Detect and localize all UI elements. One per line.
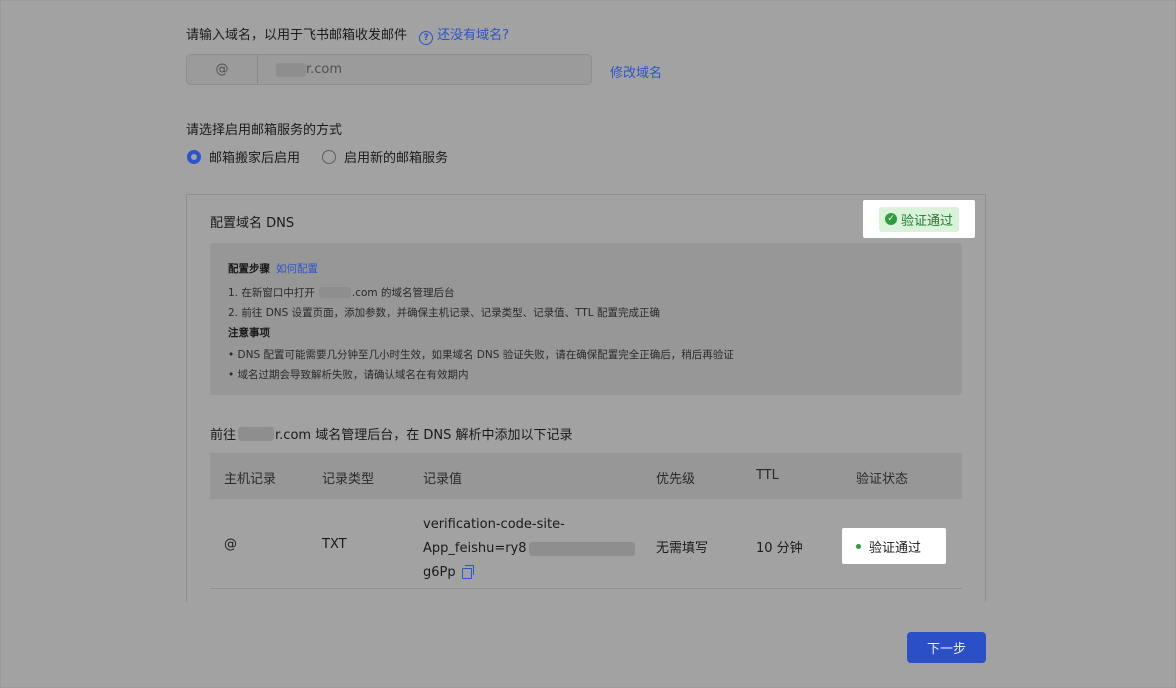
header-priority: 优先级 xyxy=(656,472,696,487)
record-value-line-2: App_feishu=ry8 xyxy=(423,537,635,561)
record-value-line-3-text: g6Pp xyxy=(423,565,456,580)
cell-record-value: verification-code-site- App_feishu=ry8 g… xyxy=(423,513,635,585)
record-value-line-2-text: App_feishu=ry8 xyxy=(423,541,527,556)
redacted-domain-blur xyxy=(318,287,351,298)
step-1-suffix: .com 的域名管理后台 xyxy=(351,287,455,299)
step-1-prefix: 1. 在新窗口中打开 xyxy=(228,287,315,299)
redacted-value-blur xyxy=(528,542,635,556)
notes-heading: 注意事项 xyxy=(228,327,270,339)
domain-suffix: r.com xyxy=(306,62,343,77)
modify-domain-link[interactable]: 修改域名 xyxy=(610,62,662,81)
at-prefix: @ xyxy=(187,55,258,84)
check-circle-icon: ✓ xyxy=(884,213,897,225)
record-value-line-3: g6Pp xyxy=(423,561,635,585)
status-label: 验证通过 xyxy=(869,540,922,556)
status-badge-label: 验证通过 xyxy=(900,213,953,229)
cell-type: TXT xyxy=(322,537,347,552)
no-domain-help-link[interactable]: ? 还没有域名? xyxy=(419,28,510,45)
dns-card-title: 配置域名 DNS xyxy=(210,216,295,231)
header-value: 记录值 xyxy=(423,472,463,487)
dns-table-header: 主机记录 记录类型 记录值 优先级 TTL 验证状态 xyxy=(210,453,962,499)
copy-icon[interactable] xyxy=(461,564,474,579)
note-2: • 域名过期会导致解析失败，请确认域名在有效期内 xyxy=(228,369,469,381)
no-domain-help-label: 还没有域名? xyxy=(437,28,510,43)
mode-section-title: 请选择启用邮箱服务的方式 xyxy=(186,123,343,138)
header-status: 验证状态 xyxy=(856,472,909,487)
record-value-line-1: verification-code-site- xyxy=(423,517,565,532)
domain-input[interactable]: @ r.com xyxy=(186,54,592,85)
step-1: 1. 在新窗口中打开 .com 的域名管理后台 xyxy=(228,285,454,300)
cell-host: @ xyxy=(224,537,237,552)
how-to-configure-link[interactable]: 如何配置 xyxy=(276,263,318,275)
radio-option-migrate-label: 邮箱搬家后启用 xyxy=(209,151,301,166)
config-steps-panel: 配置步骤 如何配置 1. 在新窗口中打开 .com 的域名管理后台 2. 前往 D… xyxy=(210,243,962,395)
radio-unselected-icon xyxy=(322,149,337,164)
redacted-domain-blur xyxy=(276,62,306,77)
goto-prefix: 前往 xyxy=(210,428,237,443)
step-2: 2. 前往 DNS 设置页面，添加参数，并确保主机记录、记录类型、记录值、TTL… xyxy=(228,307,660,319)
success-dot-icon xyxy=(856,543,861,549)
table-row-divider xyxy=(210,588,962,589)
goto-suffix: r.com 域名管理后台，在 DNS 解析中添加以下记录 xyxy=(275,428,573,443)
domain-prompt-text: 请输入域名，以用于飞书邮箱收发邮件 xyxy=(186,28,408,43)
redacted-domain-blur xyxy=(238,426,275,441)
steps-heading: 配置步骤 xyxy=(228,263,270,275)
radio-option-migrate[interactable]: 邮箱搬家后启用 xyxy=(187,147,300,166)
note-1: • DNS 配置可能需要几分钟至几小时生效，如果域名 DNS 验证失败，请在确保… xyxy=(228,349,734,361)
domain-prompt: 请输入域名，以用于飞书邮箱收发邮件 ? 还没有域名? xyxy=(186,24,509,45)
header-ttl: TTL xyxy=(756,468,779,483)
header-type: 记录类型 xyxy=(322,472,375,487)
cell-priority: 无需填写 xyxy=(656,541,709,556)
question-icon: ? xyxy=(419,31,434,45)
header-host: 主机记录 xyxy=(224,472,277,487)
status-badge: ✓ 验证通过 xyxy=(878,206,959,232)
steps-heading-row: 配置步骤 如何配置 xyxy=(228,261,318,276)
cell-status: 验证通过 xyxy=(842,528,946,564)
next-step-button[interactable]: 下一步 xyxy=(907,632,986,663)
radio-option-new-service[interactable]: 启用新的邮箱服务 xyxy=(322,147,448,166)
dns-instruction-text: 前往 r.com 域名管理后台，在 DNS 解析中添加以下记录 xyxy=(210,424,572,443)
verification-status-badge: ✓ 验证通过 xyxy=(863,200,975,238)
cell-ttl: 10 分钟 xyxy=(756,541,803,556)
radio-selected-icon xyxy=(187,149,201,164)
domain-value: r.com xyxy=(258,62,342,77)
mode-radio-group: 邮箱搬家后启用 启用新的邮箱服务 xyxy=(187,147,448,166)
radio-option-new-service-label: 启用新的邮箱服务 xyxy=(344,151,449,166)
